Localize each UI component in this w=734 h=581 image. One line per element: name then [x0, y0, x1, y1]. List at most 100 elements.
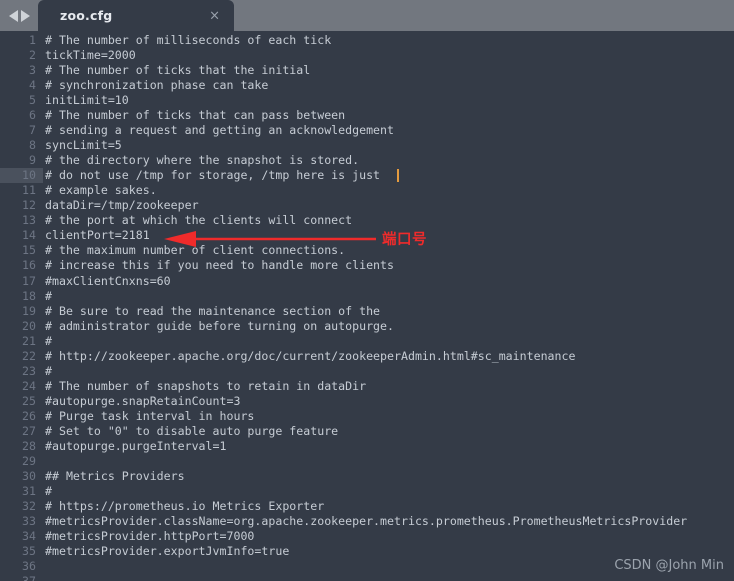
- line-number: 20: [22, 318, 36, 333]
- line-text: syncLimit=5: [45, 138, 122, 153]
- code-line[interactable]: 7 # sending a request and getting an ackn…: [0, 123, 734, 138]
- code-line[interactable]: 17 #maxClientCnxns=60: [0, 274, 734, 289]
- line-text: # Purge task interval in hours: [45, 408, 255, 423]
- line-number: 13: [22, 213, 36, 228]
- line-number: 3: [29, 63, 36, 78]
- code-line[interactable]: 22 # http://zookeeper.apache.org/doc/curr…: [0, 349, 734, 364]
- line-text: # Be sure to read the maintenance sectio…: [45, 303, 381, 318]
- line-text: # The number of snapshots to retain in d…: [45, 378, 367, 393]
- line-text: # do not use /tmp for storage, /tmp here…: [45, 168, 381, 183]
- line-number: 16: [22, 258, 36, 273]
- editor-window: zoo.cfg × 1 # The number of milliseconds …: [0, 0, 734, 581]
- code-line[interactable]: 33 #metricsProvider.className=org.apache.…: [0, 514, 734, 529]
- line-text: tickTime=2000: [45, 48, 136, 63]
- code-line[interactable]: 2 tickTime=2000: [0, 48, 734, 63]
- line-text: #: [45, 363, 52, 378]
- code-line[interactable]: 1 # The number of milliseconds of each ti…: [0, 33, 734, 48]
- line-text: #autopurge.snapRetainCount=3: [45, 393, 241, 408]
- line-number: 15: [22, 243, 36, 258]
- line-number: 24: [22, 378, 36, 393]
- line-number: 29: [22, 453, 36, 468]
- line-text: # the port at which the clients will con…: [45, 213, 353, 228]
- line-number: 23: [22, 363, 36, 378]
- code-line[interactable]: 34 #metricsProvider.httpPort=7000: [0, 529, 734, 544]
- line-number: 12: [22, 198, 36, 213]
- line-number: 11: [22, 183, 36, 198]
- line-number: 21: [22, 333, 36, 348]
- code-line[interactable]: 16 # increase this if you need to handle …: [0, 258, 734, 273]
- line-text: ## Metrics Providers: [45, 468, 185, 483]
- code-line[interactable]: 21 #: [0, 334, 734, 349]
- code-line[interactable]: 27 # Set to "0" to disable auto purge fea…: [0, 424, 734, 439]
- line-text: #: [45, 288, 52, 303]
- code-line[interactable]: 28 #autopurge.purgeInterval=1: [0, 439, 734, 454]
- code-line[interactable]: 26 # Purge task interval in hours: [0, 409, 734, 424]
- line-text: # administrator guide before turning on …: [45, 318, 395, 333]
- line-text: # increase this if you need to handle mo…: [45, 258, 395, 273]
- tab-bar: zoo.cfg ×: [0, 0, 734, 31]
- line-text: # The number of ticks that the initial: [45, 63, 311, 78]
- code-line[interactable]: 11 # example sakes.: [0, 183, 734, 198]
- code-line[interactable]: 37: [0, 574, 734, 581]
- line-text: dataDir=/tmp/zookeeper: [45, 198, 199, 213]
- code-line[interactable]: 20 # administrator guide before turning o…: [0, 319, 734, 334]
- code-editor[interactable]: 1 # The number of milliseconds of each ti…: [0, 31, 734, 581]
- code-line[interactable]: 24 # The number of snapshots to retain in…: [0, 379, 734, 394]
- line-text: # the maximum number of client connectio…: [45, 243, 346, 258]
- line-number: 37: [0, 574, 36, 581]
- line-number: 5: [29, 93, 36, 108]
- tab-label: zoo.cfg: [60, 8, 113, 23]
- code-line[interactable]: 29: [0, 454, 734, 469]
- line-number: 17: [22, 273, 36, 288]
- line-number: 4: [29, 78, 36, 93]
- code-line[interactable]: 5 initLimit=10: [0, 93, 734, 108]
- line-text: clientPort=2181: [45, 228, 150, 243]
- line-text: # sending a request and getting an ackno…: [45, 123, 395, 138]
- line-text: # Set to "0" to disable auto purge featu…: [45, 423, 339, 438]
- line-text: # The number of ticks that can pass betw…: [45, 108, 346, 123]
- code-line[interactable]: 12 dataDir=/tmp/zookeeper: [0, 198, 734, 213]
- line-number: 7: [29, 123, 36, 138]
- code-line[interactable]: 18 #: [0, 289, 734, 304]
- line-number: 31: [22, 483, 36, 498]
- code-line[interactable]: 23 #: [0, 364, 734, 379]
- code-line[interactable]: 3 # The number of ticks that the initial: [0, 63, 734, 78]
- close-icon[interactable]: ×: [209, 9, 220, 22]
- code-line[interactable]: 10 # do not use /tmp for storage, /tmp he…: [0, 168, 734, 184]
- code-line[interactable]: 13 # the port at which the clients will c…: [0, 213, 734, 228]
- line-text: # the directory where the snapshot is st…: [45, 153, 360, 168]
- watermark: CSDN @John Min: [614, 558, 724, 573]
- line-text: # The number of milliseconds of each tic…: [45, 33, 332, 47]
- line-text: # example sakes.: [45, 183, 157, 198]
- line-number: 14: [22, 228, 36, 243]
- code-line[interactable]: 8 syncLimit=5: [0, 138, 734, 153]
- arrow-left-icon[interactable]: [8, 9, 18, 22]
- code-line[interactable]: 9 # the directory where the snapshot is s…: [0, 153, 734, 168]
- line-number: 18: [22, 288, 36, 303]
- line-text: # https://prometheus.io Metrics Exporter: [45, 498, 325, 513]
- tab-zoo-cfg[interactable]: zoo.cfg ×: [38, 0, 234, 31]
- code-line[interactable]: 32 # https://prometheus.io Metrics Export…: [0, 499, 734, 514]
- code-line[interactable]: 30 ## Metrics Providers: [0, 469, 734, 484]
- line-number: 26: [22, 408, 36, 423]
- code-line[interactable]: 31 #: [0, 484, 734, 499]
- line-number: 27: [22, 423, 36, 438]
- line-number: 9: [29, 153, 36, 168]
- line-text: #metricsProvider.className=org.apache.zo…: [45, 514, 688, 528]
- code-line[interactable]: 15 # the maximum number of client connect…: [0, 243, 734, 258]
- line-number: 2: [29, 48, 36, 63]
- arrow-right-icon[interactable]: [20, 9, 30, 22]
- code-line[interactable]: 4 # synchronization phase can take: [0, 78, 734, 93]
- code-line[interactable]: 19 # Be sure to read the maintenance sect…: [0, 304, 734, 319]
- code-line[interactable]: 35 #metricsProvider.exportJvmInfo=true: [0, 544, 734, 559]
- text-caret: [397, 169, 399, 183]
- code-line[interactable]: 25 #autopurge.snapRetainCount=3: [0, 394, 734, 409]
- tab-nav-arrows[interactable]: [0, 0, 38, 31]
- line-text: #autopurge.purgeInterval=1: [45, 438, 227, 453]
- code-line[interactable]: 14 clientPort=2181: [0, 228, 734, 243]
- line-number: 28: [22, 438, 36, 453]
- line-number: 1: [29, 33, 36, 47]
- code-line[interactable]: 6 # The number of ticks that can pass bet…: [0, 108, 734, 123]
- line-number: 34: [22, 529, 36, 544]
- line-number: 35: [22, 544, 36, 559]
